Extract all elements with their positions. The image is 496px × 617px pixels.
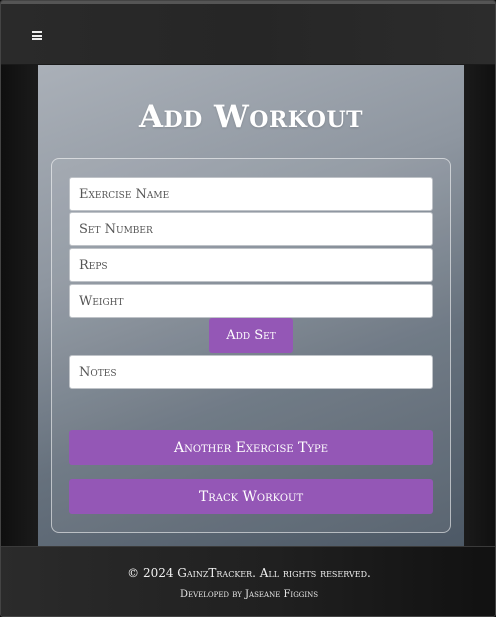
page-title: Add Workout xyxy=(138,99,363,135)
add-workout-form: Add Set Another Exercise Type Track Work… xyxy=(51,158,451,533)
main-content: Add Workout Add Set Another Exercise Typ… xyxy=(38,65,464,546)
menu-line xyxy=(32,38,42,40)
notes-input[interactable] xyxy=(69,355,433,389)
app-window: Add Workout Add Set Another Exercise Typ… xyxy=(0,0,496,617)
footer-developer-credit: Developed by Jaseane Figgins xyxy=(179,589,319,600)
left-gutter xyxy=(1,65,38,546)
hamburger-menu-icon[interactable] xyxy=(31,28,45,42)
right-gutter xyxy=(464,65,495,546)
page-footer: © 2024 GainzTracker. All rights reserved… xyxy=(1,546,495,616)
footer-copyright: © 2024 GainzTracker. All rights reserved… xyxy=(127,566,371,580)
menu-line xyxy=(32,31,42,33)
reps-input[interactable] xyxy=(69,248,433,282)
add-set-button[interactable]: Add Set xyxy=(209,318,293,353)
top-navbar xyxy=(1,1,495,65)
weight-input[interactable] xyxy=(69,284,433,318)
set-number-input[interactable] xyxy=(69,212,433,246)
track-workout-button[interactable]: Track Workout xyxy=(69,479,433,514)
exercise-name-input[interactable] xyxy=(69,177,433,211)
another-exercise-type-button[interactable]: Another Exercise Type xyxy=(69,430,433,465)
menu-line xyxy=(32,34,42,37)
